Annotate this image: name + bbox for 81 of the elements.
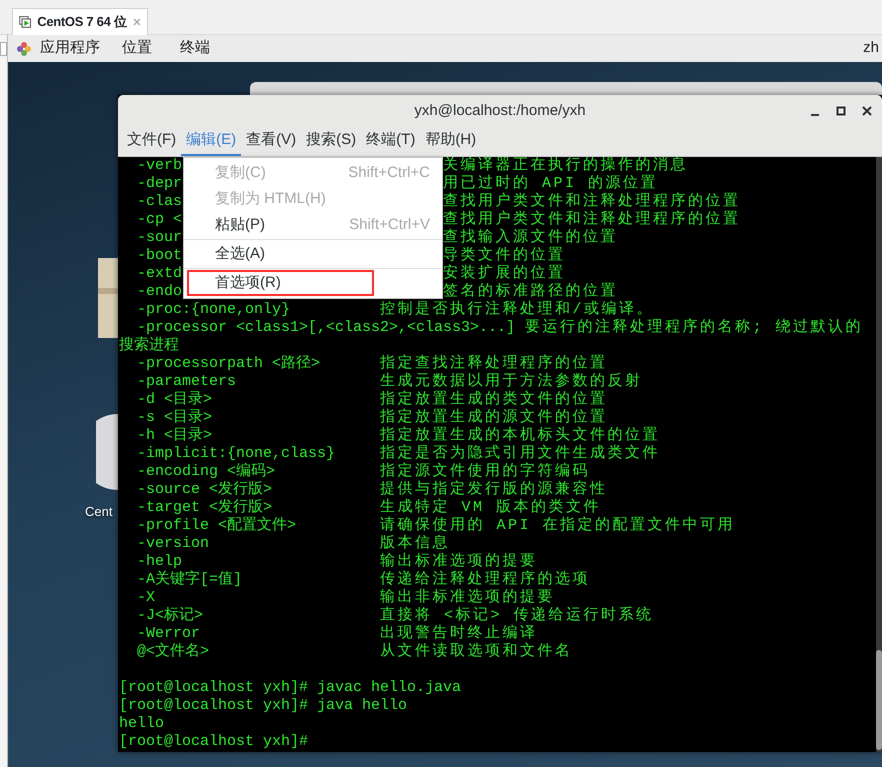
option-text: -processor <class1>[,<class2>,<class3>...] [136, 319, 516, 336]
option-text: -implicit:{none,class} [136, 445, 336, 462]
menu-item[interactable]: 粘贴(P) Shift+Ctrl+V [184, 212, 442, 238]
option-text: -clas [136, 193, 183, 211]
option-text: -boot [136, 247, 183, 265]
description-text: 提供与指定发行版的源兼容性 [380, 481, 608, 498]
option-text: -endo [136, 283, 183, 301]
terminal-text: [root@localhost yxh]# [119, 733, 308, 751]
option-text: -version [136, 535, 210, 553]
option-text: -profile <配置文件> [136, 517, 298, 535]
vm-icon [19, 14, 32, 30]
tab-title: CentOS 7 64 位 [37, 13, 127, 32]
input-method[interactable]: zh [863, 37, 879, 60]
description-text: 从文件读取选项和文件名 [380, 643, 572, 661]
menu-item[interactable]: 帮助(H) [420, 127, 482, 156]
description-text: 传递给注释处理程序的选项 [380, 571, 590, 588]
description-text: 查找输入源文件的位置 [443, 229, 618, 246]
option-text: -encoding <编码> [136, 463, 276, 481]
option-text: -cp < [136, 211, 183, 229]
option-text: -target <发行版> [136, 499, 274, 516]
option-text: -s <目录> [136, 409, 214, 427]
option-text: -processorpath <路径> [136, 355, 322, 373]
option-text: -Werror [136, 625, 202, 642]
description-text: 出现警告时终止编译 [380, 625, 538, 642]
icon-label: Cent [85, 503, 112, 521]
window-title: yxh@localhost:/home/yxh [414, 100, 586, 121]
description-text: 签名的标准路径的位置 [443, 283, 618, 300]
activities-icon[interactable] [16, 40, 32, 56]
description-text: 生成元数据以用于方法参数的反射 [380, 373, 642, 390]
option-text: -extd [136, 265, 183, 283]
menu-item[interactable]: 终端(T) [361, 127, 420, 156]
option-text: -J<标记> [136, 607, 204, 625]
option-text: -proc:{none,only} [136, 301, 292, 319]
vm-tab[interactable]: CentOS 7 64 位 × [12, 8, 148, 35]
description-text: 请确保使用的 API 在指定的配置文件中可用 [380, 517, 736, 534]
option-text: -A关键字[=值] [136, 571, 244, 589]
option-text: @<文件名> [136, 643, 210, 661]
menu-item[interactable]: 查看(V) [241, 127, 302, 156]
menu-item[interactable]: 文件(F) [122, 127, 182, 156]
menu-item[interactable]: 首选项(R) [187, 270, 374, 296]
description-text: 查找用户类文件和注释处理程序的位置 [443, 193, 740, 210]
description-text: 控制是否执行注释处理和/或编译。 [380, 301, 654, 318]
shortcut-text: Shift+Ctrl+V [349, 214, 430, 235]
description-text: 输出非标准选项的提要 [380, 589, 555, 606]
terminal-text: [root@localhost yxh]# java hello [119, 697, 408, 715]
description-text: 输出标准选项的提要 [380, 553, 538, 570]
scroll-bar[interactable] [876, 157, 882, 752]
option-text: -sour [136, 229, 183, 247]
terminal-text: hello [119, 715, 164, 733]
menu-item[interactable]: 搜索(S) [301, 127, 362, 156]
option-text: -verb [136, 157, 183, 175]
shortcut-text: Shift+Ctrl+C [348, 162, 430, 183]
description-text: 指定是否为隐式引用文件生成类文件 [380, 445, 660, 462]
description-text: 指定放置生成的类文件的位置 [380, 391, 608, 408]
option-text: -help [136, 553, 184, 570]
description-text: 查找用户类文件和注释处理程序的位置 [443, 211, 740, 228]
option-text: -parameters [136, 373, 238, 391]
option-text: -source <发行版> [136, 481, 274, 499]
description-text: 指定查找注释处理程序的位置 [380, 355, 608, 372]
description-text: 用已过时的 API 的源位置 [443, 175, 658, 192]
top-menu[interactable]: 位置 [122, 37, 152, 60]
menu-item[interactable]: 全选(A) [184, 241, 442, 267]
description-text: 指定放置生成的源文件的位置 [380, 409, 608, 426]
description-text: 指定放置生成的本机标头文件的位置 [380, 427, 660, 444]
description-text: 直接将 <标记> 传递给运行时系统 [380, 607, 654, 624]
close-icon[interactable] [862, 106, 872, 116]
description-text: 导类文件的位置 [443, 247, 566, 264]
description-text: 要运行的注释处理程序的名称; 绕过默认的 [525, 319, 864, 337]
description-text: 生成特定 VM 版本的类文件 [380, 499, 602, 516]
top-menu[interactable]: 应用程序 [40, 37, 100, 60]
description-text: 安装扩展的位置 [443, 265, 566, 282]
option-text: -d <目录> [136, 391, 214, 409]
terminal-text: [root@localhost yxh]# javac hello.java [119, 679, 462, 697]
option-text: -h <目录> [136, 427, 214, 445]
option-text: -depr [136, 175, 183, 193]
top-menu[interactable]: 终端 [180, 37, 210, 60]
description-text: 指定源文件使用的字符编码 [380, 463, 590, 480]
terminal-text: 搜索进程 [119, 337, 179, 355]
maximize-icon[interactable] [836, 106, 846, 116]
description-text: 版本信息 [380, 535, 450, 552]
option-text: -X [136, 589, 156, 607]
